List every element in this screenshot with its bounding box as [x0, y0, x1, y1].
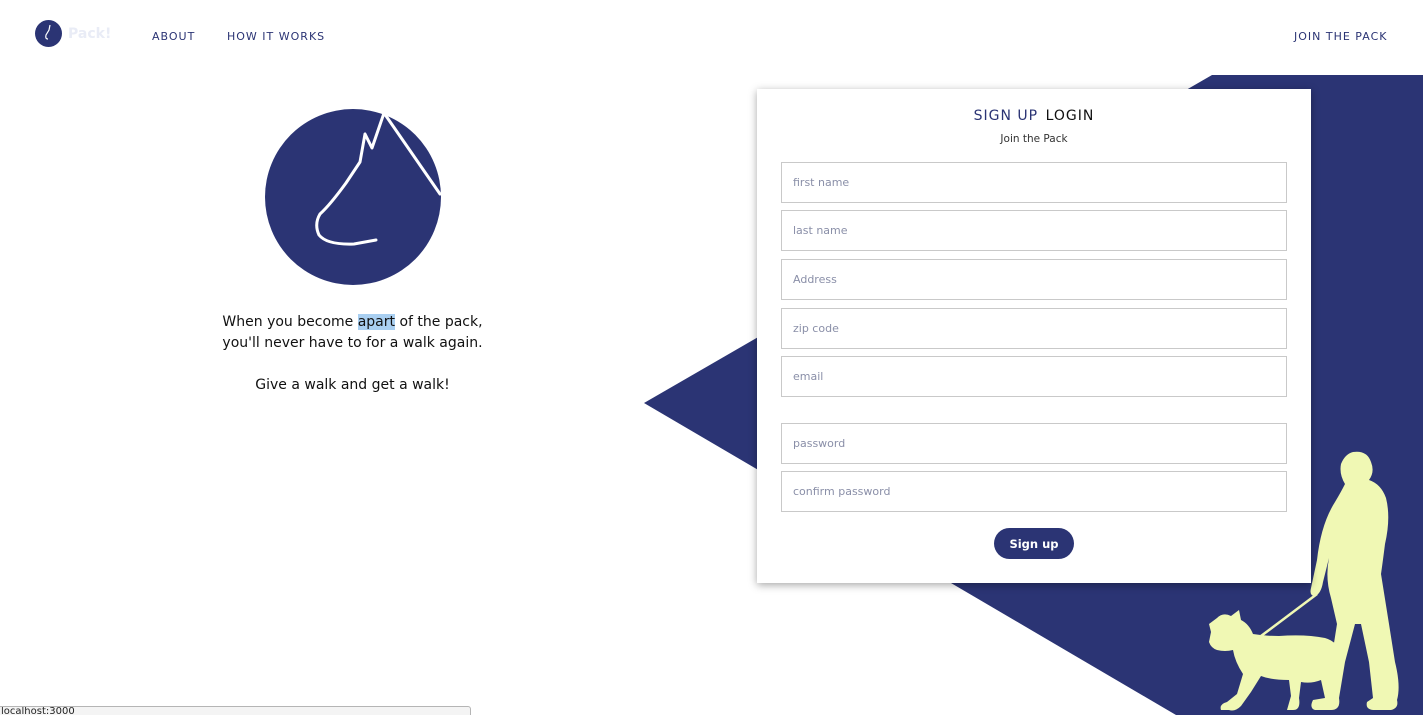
logo[interactable]: Pack! — [35, 20, 111, 47]
hero-tagline-line-3: Give a walk and get a walk! — [255, 377, 450, 393]
highlighted-text: apart — [357, 314, 396, 330]
form-subtitle: Join the Pack — [1000, 133, 1068, 145]
nav-how-it-works-link[interactable]: HOW IT WORKS — [227, 30, 325, 43]
hero-tagline-line-1: When you become apart of the pack, — [222, 314, 483, 330]
last-name-field[interactable] — [781, 210, 1287, 251]
form-tabs: SIGN UP LOGIN — [757, 108, 1311, 124]
sign-up-button[interactable]: Sign up — [994, 528, 1074, 559]
password-field[interactable] — [781, 423, 1287, 464]
confirm-password-field[interactable] — [781, 471, 1287, 512]
hero-section: When you become apart of the pack, you'l… — [200, 108, 505, 396]
top-navigation-bar: Pack! ABOUT HOW IT WORKS JOIN THE PACK — [0, 0, 1423, 72]
zip-code-field[interactable] — [781, 308, 1287, 349]
hero-tagline-line-2: you'll never have to for a walk again. — [222, 335, 483, 351]
first-name-field[interactable] — [781, 162, 1287, 203]
logo-text: Pack! — [68, 25, 112, 42]
signup-form-card: SIGN UP LOGIN Join the Pack Sign up — [757, 89, 1311, 583]
wolf-head-icon — [264, 109, 441, 285]
email-field[interactable] — [781, 356, 1287, 397]
tab-login[interactable]: LOGIN — [1046, 108, 1095, 124]
browser-status-bar: localhost:3000 — [0, 706, 471, 715]
address-field[interactable] — [781, 259, 1287, 300]
wolf-logo-icon — [35, 20, 62, 47]
nav-join-the-pack-link[interactable]: JOIN THE PACK — [1294, 30, 1387, 43]
nav-about-link[interactable]: ABOUT — [152, 30, 195, 43]
tab-sign-up[interactable]: SIGN UP — [974, 108, 1038, 124]
